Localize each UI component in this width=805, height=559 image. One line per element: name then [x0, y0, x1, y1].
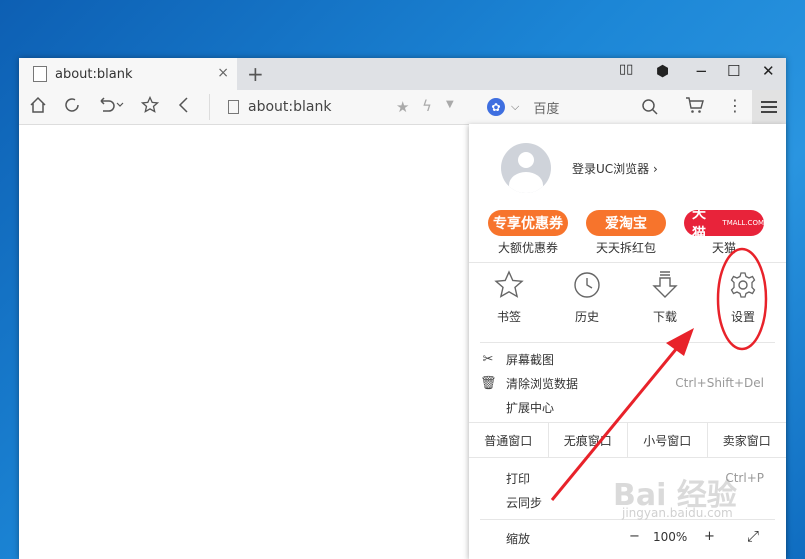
settings-highlight-circle	[716, 247, 768, 351]
watermark-url: jingyan.baidu.com	[622, 506, 733, 520]
annotation-arrow-head	[666, 328, 694, 356]
